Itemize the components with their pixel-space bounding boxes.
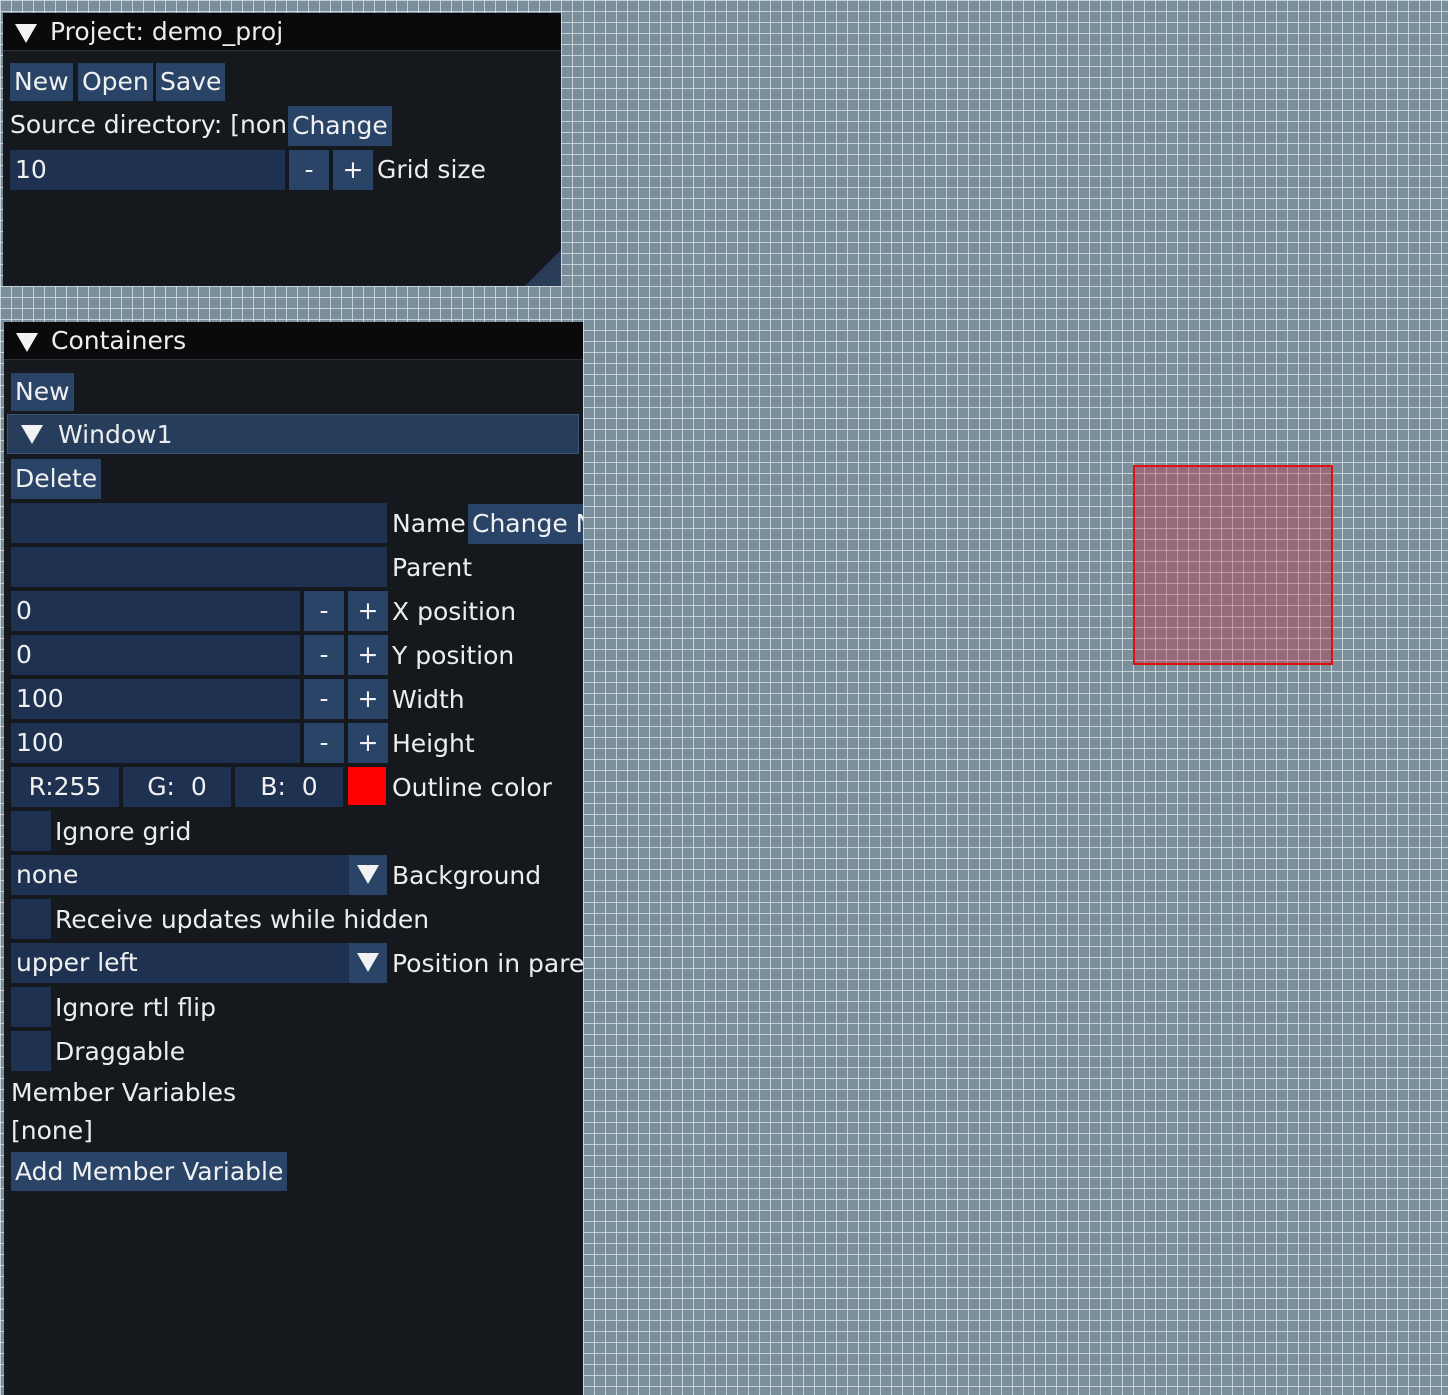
member-variables-heading: Member Variables: [11, 1078, 237, 1107]
height-input[interactable]: 100: [11, 723, 300, 763]
grid-size-decrement-button[interactable]: -: [289, 150, 329, 190]
height-label: Height: [392, 729, 475, 758]
name-input[interactable]: [11, 503, 387, 543]
change-name-button[interactable]: Change N: [468, 504, 583, 544]
position-in-parent-select[interactable]: upper left: [11, 943, 350, 983]
window1-tree-header[interactable]: Window1: [7, 414, 579, 454]
height-increment-button[interactable]: +: [348, 723, 388, 763]
new-project-button[interactable]: New: [10, 63, 73, 101]
project-panel-title-bar[interactable]: Project: demo_proj: [3, 13, 561, 51]
containers-panel-title: Containers: [51, 326, 187, 355]
collapse-triangle-icon[interactable]: [16, 333, 38, 352]
window1-tree-label: Window1: [58, 420, 173, 449]
chevron-down-icon: [357, 865, 379, 884]
ignore-grid-checkbox[interactable]: [11, 811, 51, 851]
project-panel: Project: demo_proj New Open Save Source …: [3, 13, 561, 286]
collapse-triangle-icon[interactable]: [15, 24, 37, 43]
outline-color-b-input[interactable]: B: 0: [235, 767, 343, 807]
open-project-button[interactable]: Open: [78, 63, 153, 101]
parent-input[interactable]: [11, 547, 387, 587]
x-position-input[interactable]: 0: [11, 591, 300, 631]
y-position-decrement-button[interactable]: -: [304, 635, 344, 675]
x-position-label: X position: [392, 597, 517, 626]
grid-size-increment-button[interactable]: +: [333, 150, 373, 190]
background-select[interactable]: none: [11, 855, 350, 895]
width-input[interactable]: 100: [11, 679, 300, 719]
y-position-increment-button[interactable]: +: [348, 635, 388, 675]
window1-preview[interactable]: [1133, 465, 1333, 665]
project-title-prefix: Project:: [50, 17, 152, 46]
containers-panel-title-bar[interactable]: Containers: [4, 322, 583, 360]
project-panel-title: Project: demo_proj: [50, 17, 283, 47]
delete-container-button[interactable]: Delete: [11, 459, 102, 499]
position-in-parent-label: Position in paren: [392, 949, 583, 978]
ignore-grid-label: Ignore grid: [55, 817, 192, 846]
position-dropdown-button[interactable]: [349, 943, 387, 983]
width-label: Width: [392, 685, 465, 714]
new-container-button[interactable]: New: [11, 373, 74, 411]
outline-color-r-input[interactable]: R:255: [11, 767, 119, 807]
receive-updates-checkbox[interactable]: [11, 899, 51, 939]
width-decrement-button[interactable]: -: [304, 679, 344, 719]
resize-grip-icon[interactable]: [525, 250, 561, 286]
draggable-checkbox[interactable]: [11, 1031, 51, 1071]
y-position-input[interactable]: 0: [11, 635, 300, 675]
chevron-down-icon: [357, 953, 379, 972]
source-directory-label: Source directory: [none]: [10, 110, 313, 139]
receive-updates-label: Receive updates while hidden: [55, 905, 430, 934]
background-dropdown-button[interactable]: [349, 855, 387, 895]
height-decrement-button[interactable]: -: [304, 723, 344, 763]
y-position-label: Y position: [392, 641, 515, 670]
outline-color-swatch[interactable]: [348, 767, 386, 805]
parent-label: Parent: [392, 553, 473, 582]
x-position-decrement-button[interactable]: -: [304, 591, 344, 631]
expand-triangle-icon[interactable]: [21, 425, 43, 444]
add-member-variable-button[interactable]: Add Member Variable: [11, 1152, 288, 1191]
x-position-increment-button[interactable]: +: [348, 591, 388, 631]
change-source-directory-button[interactable]: Change: [288, 106, 392, 146]
ignore-rtl-flip-checkbox[interactable]: [11, 987, 51, 1027]
outline-color-label: Outline color: [392, 773, 552, 802]
background-label: Background: [392, 861, 542, 890]
project-name: demo_proj: [151, 17, 284, 46]
draggable-label: Draggable: [55, 1037, 186, 1066]
member-variables-value: [none]: [11, 1116, 93, 1145]
save-project-button[interactable]: Save: [156, 63, 226, 101]
grid-size-input[interactable]: 10: [10, 150, 285, 190]
name-label: Name: [392, 509, 466, 538]
grid-size-label: Grid size: [377, 155, 486, 184]
width-increment-button[interactable]: +: [348, 679, 388, 719]
outline-color-g-input[interactable]: G: 0: [123, 767, 231, 807]
containers-panel: Containers New Window1 Delete Name Chang…: [4, 322, 583, 1395]
ignore-rtl-flip-label: Ignore rtl flip: [55, 993, 216, 1022]
